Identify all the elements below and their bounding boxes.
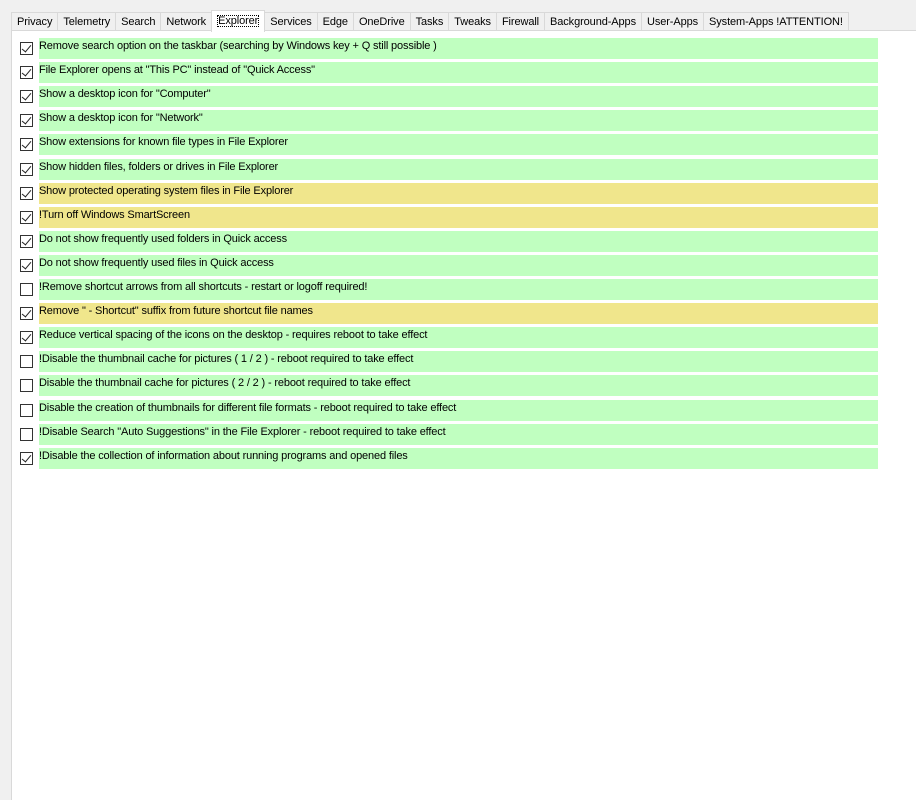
tab-label: Tasks [415,16,444,28]
option-label[interactable]: Remove search option on the taskbar (sea… [39,38,878,59]
checkbox-checked[interactable] [20,307,33,321]
tab-services[interactable]: Services [264,12,318,31]
tab-network[interactable]: Network [160,12,213,31]
option-label[interactable]: Show protected operating system files in… [39,182,878,204]
tab-privacy[interactable]: Privacy [11,12,59,31]
option-row[interactable]: Disable the creation of thumbnails for d… [20,399,878,421]
checkbox-checked[interactable] [20,234,33,248]
option-label[interactable]: !Disable Search "Auto Suggestions" in th… [39,423,878,445]
checkbox-checked[interactable] [20,162,33,176]
option-row[interactable]: Show a desktop icon for "Network" [20,110,878,132]
option-row[interactable]: Remove " - Shortcut" suffix from future … [20,303,878,325]
checkbox-checked[interactable] [20,90,33,104]
option-row[interactable]: Show extensions for known file types in … [20,134,878,156]
explorer-options-panel: Remove search option on the taskbar (sea… [11,30,916,800]
option-label[interactable]: !Remove shortcut arrows from all shortcu… [39,279,878,300]
option-label[interactable]: Show hidden files, folders or drives in … [39,158,878,180]
checkbox-unchecked[interactable] [20,379,33,393]
option-label[interactable]: Show a desktop icon for "Network" [39,110,878,132]
option-row[interactable]: !Remove shortcut arrows from all shortcu… [20,279,878,300]
tab-label: OneDrive [358,16,405,28]
tab-label: Privacy [17,16,53,28]
checkbox-checked[interactable] [20,451,33,465]
option-label[interactable]: File Explorer opens at "This PC" instead… [39,62,878,84]
tab-telemetry[interactable]: Telemetry [57,12,117,31]
option-label[interactable]: Show extensions for known file types in … [39,134,878,156]
tab-tweaks[interactable]: Tweaks [448,12,497,31]
option-row[interactable]: !Turn off Windows SmartScreen [20,206,878,228]
tab-label: Network [166,16,207,28]
option-label[interactable]: Show a desktop icon for "Computer" [39,86,878,108]
tab-strip: Privacy Telemetry Search Network Explorer Ser… [11,10,849,32]
option-row[interactable]: Show hidden files, folders or drives in … [20,158,878,180]
tab-search[interactable]: Search [115,12,162,31]
option-row[interactable]: Show a desktop icon for "Computer" [20,86,878,108]
tab-label: Edge [322,16,348,28]
tab-system-apps-attention[interactable]: System-Apps !ATTENTION! [703,12,849,31]
option-row[interactable]: Remove search option on the taskbar (sea… [20,38,878,59]
checkbox-unchecked[interactable] [20,403,33,417]
option-label[interactable]: Do not show frequently used folders in Q… [39,230,878,252]
tab-label: User-Apps [646,16,699,28]
option-label[interactable]: Remove " - Shortcut" suffix from future … [39,303,878,325]
checkbox-checked[interactable] [20,42,33,55]
option-label[interactable]: Disable the thumbnail cache for pictures… [39,375,878,397]
option-row[interactable]: Do not show frequently used files in Qui… [20,254,878,276]
checkbox-checked[interactable] [20,210,33,224]
tab-label: Firewall [501,16,540,28]
tab-tasks[interactable]: Tasks [409,12,450,31]
tab-onedrive[interactable]: OneDrive [352,12,411,31]
option-row[interactable]: Do not show frequently used folders in Q… [20,230,878,252]
option-label[interactable]: Do not show frequently used files in Qui… [39,254,878,276]
checkbox-checked[interactable] [20,114,33,128]
tab-label: Search [121,16,156,28]
option-row[interactable]: !Disable the thumbnail cache for picture… [20,351,878,373]
tab-label: System-Apps !ATTENTION! [709,16,843,28]
checkbox-unchecked[interactable] [20,427,33,441]
option-row[interactable]: !Disable Search "Auto Suggestions" in th… [20,423,878,445]
tab-firewall[interactable]: Firewall [495,12,546,31]
checkbox-checked[interactable] [20,186,33,200]
checkbox-checked[interactable] [20,258,33,272]
tab-edge[interactable]: Edge [316,12,354,31]
tab-label: Telemetry [63,16,111,28]
option-label[interactable]: !Disable the collection of information a… [39,447,878,469]
tab-label: Explorer [217,15,260,27]
tab-label: Services [270,16,312,28]
option-row[interactable]: File Explorer opens at "This PC" instead… [20,62,878,84]
option-row[interactable]: Show protected operating system files in… [20,182,878,204]
tab-background-apps[interactable]: Background-Apps [544,12,642,31]
option-row[interactable]: !Disable the collection of information a… [20,447,878,469]
option-row[interactable]: Disable the thumbnail cache for pictures… [20,375,878,397]
tab-user-apps[interactable]: User-Apps [640,12,705,31]
tab-explorer[interactable]: Explorer [211,10,266,32]
option-row[interactable]: Reduce vertical spacing of the icons on … [20,327,878,349]
checkbox-checked[interactable] [20,331,33,345]
tab-label: Tweaks [454,16,491,28]
checkbox-unchecked[interactable] [20,355,33,369]
option-label[interactable]: !Disable the thumbnail cache for picture… [39,351,878,373]
option-label[interactable]: Disable the creation of thumbnails for d… [39,399,878,421]
checkbox-checked[interactable] [20,138,33,152]
checkbox-unchecked[interactable] [20,283,33,296]
option-label[interactable]: Reduce vertical spacing of the icons on … [39,327,878,349]
option-label[interactable]: !Turn off Windows SmartScreen [39,206,878,228]
tab-label: Background-Apps [550,16,636,28]
checkbox-checked[interactable] [20,66,33,80]
